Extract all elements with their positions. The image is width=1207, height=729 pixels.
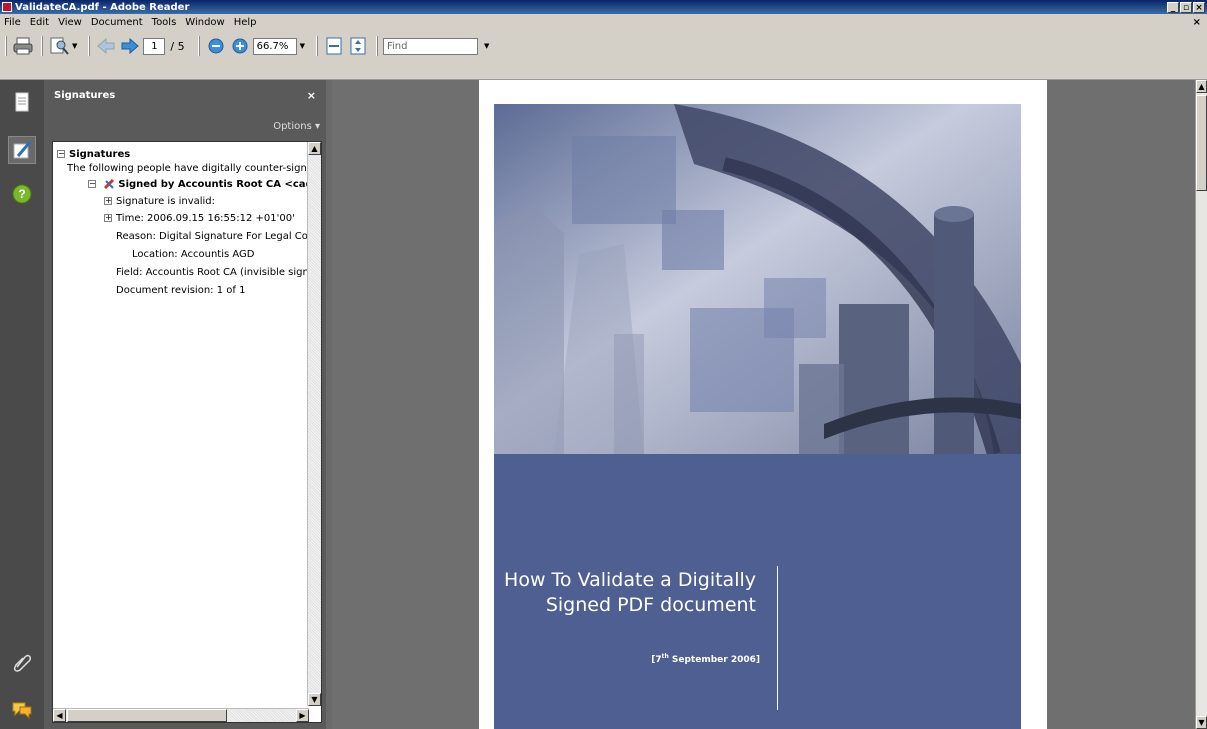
- cover-title: How To Validate a Digitally Signed PDF d…: [504, 569, 756, 616]
- close-button[interactable]: ×: [1193, 1, 1205, 13]
- tree-location: Location: Accountis AGD: [132, 249, 255, 260]
- tree-vertical-scrollbar[interactable]: ▲ ▼: [307, 142, 321, 706]
- maximize-button[interactable]: ▫: [1180, 1, 1192, 13]
- adobe-reader-icon: [2, 2, 12, 12]
- page-total: / 5: [170, 39, 185, 53]
- close-document-button[interactable]: ×: [1193, 17, 1201, 28]
- minimize-button[interactable]: _: [1167, 1, 1179, 13]
- find-input[interactable]: Find: [382, 37, 478, 55]
- tree-reason: Reason: Digital Signature For Legal Comp…: [116, 231, 322, 242]
- expand-icon[interactable]: +: [104, 197, 112, 205]
- comments-icon[interactable]: [8, 696, 36, 724]
- help-icon[interactable]: ?: [8, 180, 36, 208]
- collapse-icon[interactable]: −: [88, 180, 96, 188]
- scroll-up-icon[interactable]: ▲: [1196, 80, 1207, 93]
- pages-icon[interactable]: [8, 88, 36, 116]
- scroll-thumb[interactable]: [67, 709, 227, 722]
- cover-photo: [494, 104, 1021, 454]
- tree-revision: Document revision: 1 of 1: [116, 285, 246, 296]
- signature-tree: − Signatures The following people have di…: [52, 141, 322, 723]
- find-dropdown-icon[interactable]: ▼: [484, 42, 489, 50]
- expand-icon[interactable]: +: [104, 214, 112, 222]
- menu-file[interactable]: File: [4, 17, 21, 28]
- close-panel-icon[interactable]: ×: [307, 89, 316, 102]
- navigation-pane: ?: [0, 80, 44, 729]
- tree-status[interactable]: + Signature is invalid:: [104, 195, 215, 209]
- search-dropdown-icon[interactable]: ▼: [72, 42, 77, 50]
- cover-divider: [777, 566, 778, 710]
- pdf-page: How To Validate a Digitally Signed PDF d…: [479, 80, 1047, 729]
- search-doc-icon[interactable]: [48, 35, 70, 57]
- title-bar: ValidateCA.pdf - Adobe Reader _ ▫ ×: [0, 0, 1207, 14]
- tree-time[interactable]: + Time: 2006.09.15 16:55:12 +01'00': [104, 212, 295, 226]
- window-title: ValidateCA.pdf - Adobe Reader: [15, 1, 190, 13]
- collapse-icon[interactable]: −: [57, 150, 65, 158]
- menu-tools[interactable]: Tools: [152, 17, 177, 28]
- scroll-down-icon[interactable]: ▼: [1196, 716, 1207, 729]
- cover-date: [7th September 2006]: [651, 653, 760, 665]
- zoom-level-input[interactable]: 66.7%: [252, 37, 297, 55]
- toolbar: ▼ 1 / 5 66.7% ▼ Find ▼: [0, 30, 1207, 80]
- scroll-up-icon[interactable]: ▲: [308, 142, 321, 155]
- zoom-in-icon[interactable]: [229, 35, 251, 57]
- menu-bar: File Edit View Document Tools Window Hel…: [0, 14, 1207, 30]
- signatures-panel: Signatures × Options ▾ − Signatures The f…: [44, 80, 326, 729]
- scroll-right-icon[interactable]: ▶: [296, 709, 309, 722]
- zoom-dropdown-icon[interactable]: ▼: [300, 42, 305, 50]
- zoom-out-icon[interactable]: [205, 35, 227, 57]
- fit-width-icon[interactable]: [323, 35, 345, 57]
- signatures-icon[interactable]: [8, 136, 36, 164]
- fit-page-icon[interactable]: [347, 35, 369, 57]
- scroll-left-icon[interactable]: ◀: [53, 709, 66, 722]
- document-area: How To Validate a Digitally Signed PDF d…: [332, 80, 1195, 729]
- tree-root[interactable]: − Signatures: [57, 148, 130, 162]
- tree-horizontal-scrollbar[interactable]: ◀ ▶: [53, 708, 309, 722]
- print-icon[interactable]: [12, 35, 34, 57]
- menu-help[interactable]: Help: [234, 17, 257, 28]
- menu-view[interactable]: View: [58, 17, 82, 28]
- scroll-thumb[interactable]: [1196, 95, 1207, 191]
- svg-text:?: ?: [18, 187, 25, 201]
- signatures-panel-title: Signatures: [54, 90, 116, 101]
- menu-edit[interactable]: Edit: [30, 17, 49, 28]
- document-vertical-scrollbar[interactable]: ▲ ▼: [1195, 80, 1207, 729]
- menu-document[interactable]: Document: [91, 17, 143, 28]
- invalid-signature-icon: [103, 178, 115, 190]
- toolbar-grip[interactable]: [5, 36, 7, 56]
- menu-window[interactable]: Window: [185, 17, 224, 28]
- page-number-input[interactable]: 1: [143, 37, 166, 55]
- tree-field: Field: Accountis Root CA (invisible sign…: [116, 267, 322, 278]
- prev-page-icon[interactable]: [95, 35, 117, 57]
- scroll-down-icon[interactable]: ▼: [308, 693, 321, 706]
- options-menu[interactable]: Options ▾: [273, 121, 320, 132]
- tree-intro: The following people have digitally coun…: [67, 163, 322, 174]
- attachment-icon[interactable]: [8, 648, 36, 676]
- cover-page: How To Validate a Digitally Signed PDF d…: [494, 104, 1021, 729]
- tree-signer[interactable]: − Signed by Accountis Root CA <ca@a: [88, 178, 321, 192]
- next-page-icon[interactable]: [119, 35, 141, 57]
